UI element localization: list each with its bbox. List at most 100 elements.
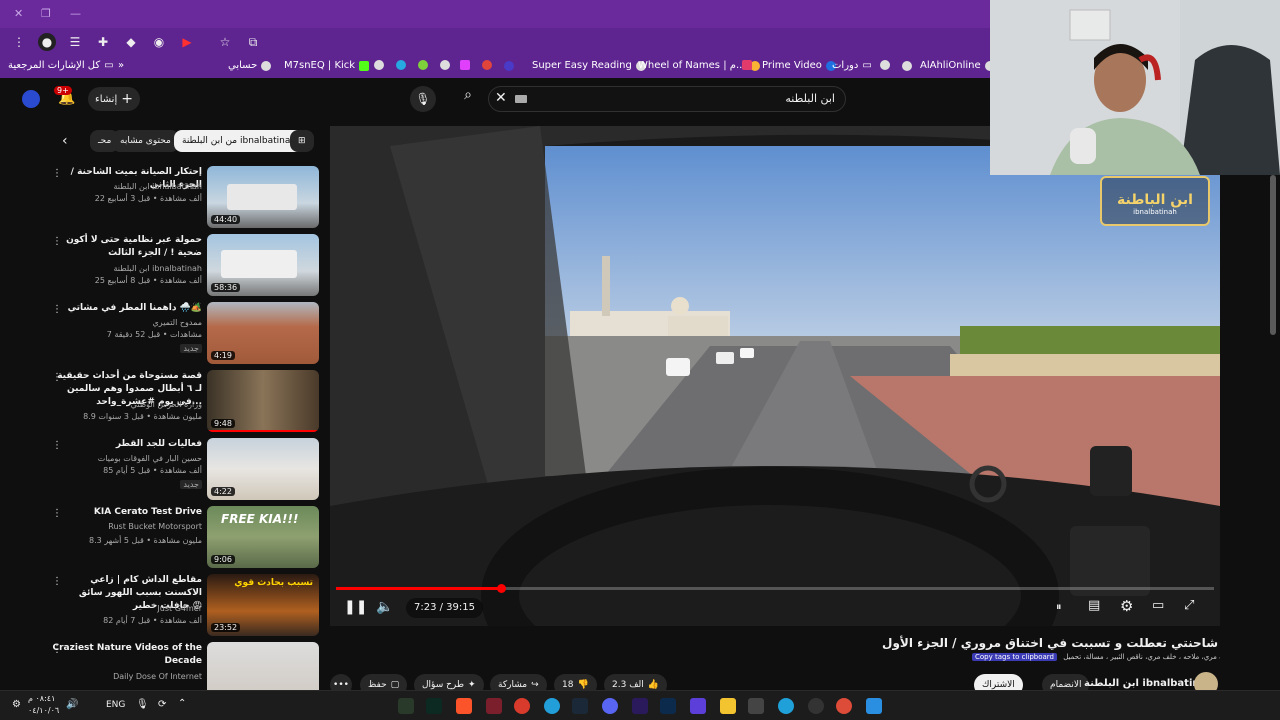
mic-tray-icon[interactable]: 🎙 [136, 699, 149, 710]
keyboard-icon[interactable] [515, 95, 527, 103]
channel-name[interactable]: وزارة الحرس الوطني [131, 400, 202, 409]
windows-start-icon[interactable] [866, 698, 882, 714]
bookmark-icon-only[interactable] [374, 60, 384, 70]
list-item[interactable]: ⋮ قصة مستوحاة من أحداث حقيقية لـ ٦ أبطال… [50, 370, 320, 432]
extension-youtube-icon[interactable]: ▶ [178, 33, 196, 51]
clock-date[interactable]: ٠٤/١٠/٠٦ [28, 706, 59, 715]
close-window-icon[interactable]: ✕ [14, 7, 23, 20]
pause-icon[interactable]: ❚❚ [344, 599, 367, 615]
create-button[interactable]: إنشاء + [88, 87, 140, 111]
steam-icon[interactable] [572, 698, 588, 714]
menu-icon[interactable]: ⋮ [10, 33, 28, 51]
extension-diamond-icon[interactable]: ◆ [122, 33, 140, 51]
all-bookmarks-folder[interactable]: كل الإشارات المرجعية ▭ [8, 60, 114, 71]
brave-icon[interactable] [456, 698, 472, 714]
taskbar-app-icon[interactable] [426, 698, 442, 714]
fullscreen-icon[interactable]: ⤢ [1184, 598, 1194, 613]
show-hidden-icons[interactable]: ⌃ [178, 698, 186, 709]
taskbar-app-icon[interactable] [486, 698, 502, 714]
page-scrollbar[interactable] [1270, 175, 1276, 335]
settings-gear-icon[interactable]: ⚙ [1120, 597, 1133, 615]
minimize-window-icon[interactable]: — [70, 7, 81, 20]
volume-tray-icon[interactable]: 🔊 [66, 699, 78, 710]
video-thumbnail[interactable]: 44:40 [207, 166, 319, 228]
channel-name[interactable]: Daily Dose Of Internet [113, 672, 202, 681]
channel-name[interactable]: ابن البلطنة ibnalbatinah [114, 264, 203, 273]
video-thumbnail[interactable]: تسبب بحادث قوي 23:52 [207, 574, 319, 636]
bookmark-item[interactable]: حسابي [228, 60, 272, 71]
chip-similar-content[interactable]: محتوى مشابه [112, 130, 179, 152]
subtitles-icon[interactable]: ▤ [1088, 598, 1100, 613]
video-thumbnail[interactable]: 9:48 [207, 370, 319, 432]
bookmark-item[interactable]: دورات ▭ [832, 60, 872, 71]
taskbar-app-icon[interactable] [514, 698, 530, 714]
notifications-button[interactable]: 9+ 🔔 [54, 86, 75, 106]
video-title[interactable]: حمولة عبر نظامية حتى لا أكون ضحية ! / ال… [52, 234, 202, 260]
video-thumbnail[interactable]: 4:19 [207, 302, 319, 364]
taskbar-app-icon[interactable] [808, 698, 824, 714]
chip-filter-icon[interactable]: ⊞ [290, 130, 314, 152]
input-language[interactable]: ENG [106, 700, 125, 710]
extension-eye-icon[interactable]: ◉ [150, 33, 168, 51]
voice-search-button[interactable]: 🎙 [410, 86, 436, 112]
search-button[interactable]: ⌕ [454, 87, 482, 111]
bookmark-icon-only[interactable] [482, 60, 492, 70]
bookmark-icon-only[interactable] [396, 60, 406, 70]
taskbar-app-icon[interactable] [690, 698, 706, 714]
autoplay-toggle-icon[interactable]: ⏸ [1056, 600, 1062, 614]
video-thumbnail[interactable]: 4:22 [207, 438, 319, 500]
bookmark-item[interactable]: Super Easy Reading [504, 60, 646, 71]
list-item[interactable]: ⋮ Craziest Nature Videos of the Decade D… [50, 642, 320, 704]
video-player[interactable]: ابن الباطنة ibnalbatinah [330, 126, 1220, 626]
edge-icon[interactable] [778, 698, 794, 714]
extensions-icon[interactable]: ✚ [94, 33, 112, 51]
file-explorer-icon[interactable] [720, 698, 736, 714]
bookmark-icon-only[interactable] [440, 60, 450, 70]
channel-name[interactable]: حسين البار في الفوقات بوميات [98, 454, 202, 463]
bookmark-star-icon[interactable]: ☆ [216, 33, 234, 51]
profile-avatar-icon[interactable]: ● [38, 33, 56, 51]
video-title[interactable]: داهمنا المطر في مشاتي 🌧️🏕️ [52, 302, 202, 315]
share-page-icon[interactable]: ⧉ [244, 33, 262, 51]
maximize-window-icon[interactable]: ❐ [41, 7, 51, 20]
tray-app-icon[interactable]: ⟳ [158, 699, 166, 710]
list-item[interactable]: ⋮ حمولة عبر نظامية حتى لا أكون ضحية ! / … [50, 234, 320, 296]
bookmark-item[interactable]: Prime Video [762, 60, 836, 71]
list-item[interactable]: ⋮ KIA Cerato Test Drive Rust Bucket Moto… [50, 506, 320, 568]
volume-icon[interactable]: 🔈 [376, 599, 393, 615]
video-title[interactable]: Craziest Nature Videos of the Decade [52, 642, 202, 668]
chip-scroll-left-icon[interactable]: ‹ [62, 133, 68, 149]
chrome-icon[interactable] [836, 698, 852, 714]
video-thumbnail[interactable]: 58:36 [207, 234, 319, 296]
list-item[interactable]: ⋮ فعاليات للجد القطر حسين البار في الفوق… [50, 438, 320, 500]
video-title[interactable]: KIA Cerato Test Drive [52, 506, 202, 519]
clear-search-icon[interactable]: ✕ [495, 90, 507, 106]
premiere-icon[interactable] [632, 698, 648, 714]
telegram-icon[interactable] [544, 698, 560, 714]
video-title[interactable]: فعاليات للجد القطر [52, 438, 202, 451]
list-item[interactable]: ⋮ داهمنا المطر في مشاتي 🌧️🏕️ ممدوح التمي… [50, 302, 320, 364]
channel-name[interactable]: Rust Bucket Motorsport [108, 522, 202, 531]
list-item[interactable]: ⋮ مقاطع الداش كام | زاعي الاكسنت بسبب ال… [50, 574, 320, 636]
copy-tags-button[interactable]: Copy tags to clipboard [972, 653, 1057, 661]
video-thumbnail[interactable]: FREE KIA!!! 9:06 [207, 506, 319, 568]
clock-time[interactable]: ٠٨:٤١ م [28, 694, 55, 703]
search-box[interactable]: ✕ ابن البلطنه [488, 86, 846, 112]
bookmark-icon-only[interactable] [460, 60, 470, 70]
taskbar-app-icon[interactable] [398, 698, 414, 714]
theater-mode-icon[interactable]: ▭ [1152, 598, 1164, 613]
channel-name[interactable]: ممدوح التميري [153, 318, 202, 327]
list-item[interactable]: ⋮ إحتكار الصيانة بميت الشاحنة / الجزء ال… [50, 166, 320, 228]
channel-name[interactable]: ابن البلطنة ibnalbatinah [114, 182, 203, 191]
account-avatar[interactable] [22, 90, 40, 108]
gear-icon[interactable]: ⚙ [12, 699, 21, 710]
discord-icon[interactable] [602, 698, 618, 714]
chip-from-channel[interactable]: من ابن البلطنة ibnalbatinah [174, 130, 305, 152]
bookmarks-overflow-icon[interactable]: » [118, 60, 124, 71]
bookmark-icon-only[interactable] [418, 60, 428, 70]
bookmark-icon-only[interactable] [742, 60, 752, 70]
tab-search-icon[interactable]: ☰ [66, 33, 84, 51]
store-icon[interactable] [748, 698, 764, 714]
bookmark-icon-only[interactable] [880, 60, 890, 70]
bookmark-item[interactable]: AlAhliOnline [902, 60, 995, 71]
